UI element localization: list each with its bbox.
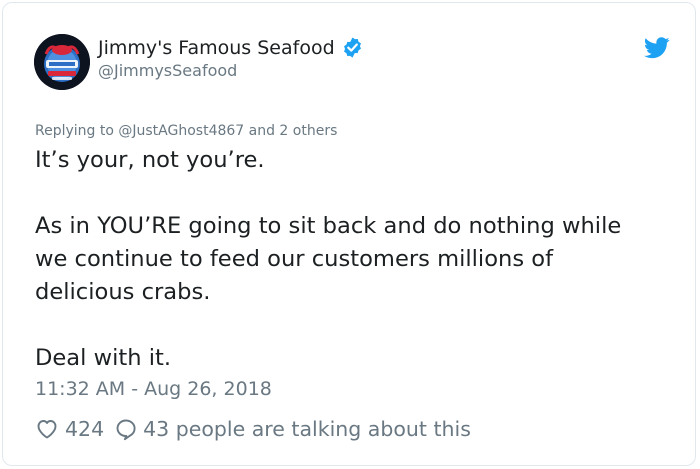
tweet-paragraph: Deal with it. <box>35 345 172 371</box>
twitter-bird-icon[interactable] <box>644 37 670 59</box>
tweet-paragraph: we continue to feed our customers millio… <box>35 246 554 272</box>
tweet-card: Jimmy's Famous Seafood @JimmysSeafood Re… <box>2 2 696 466</box>
author-handle[interactable]: @JimmysSeafood <box>98 61 237 80</box>
engagement-bar: 424 43 people are talking about this <box>35 414 471 444</box>
heart-icon[interactable] <box>35 417 59 441</box>
tweet-timestamp[interactable]: 11:32 AM - Aug 26, 2018 <box>35 378 272 400</box>
replying-to-line[interactable]: Replying to @JustAGhost4867 and 2 others <box>35 123 337 139</box>
tweet-text: It’s your, not you’re. As in YOU’RE goin… <box>35 144 675 375</box>
like-count[interactable]: 424 <box>65 417 104 441</box>
avatar[interactable] <box>34 34 90 90</box>
conversation-count-text[interactable]: 43 people are talking about this <box>143 417 471 441</box>
jimmys-logo-avatar <box>34 34 90 90</box>
tweet-paragraph: It’s your, not you’re. <box>35 147 265 173</box>
speech-bubble-icon[interactable] <box>114 417 138 441</box>
tweet-paragraph: delicious crabs. <box>35 279 211 305</box>
tweet-paragraph: As in YOU’RE going to sit back and do no… <box>35 213 622 239</box>
display-name[interactable]: Jimmy's Famous Seafood <box>98 37 335 59</box>
verified-badge-icon <box>343 37 361 58</box>
display-name-row[interactable]: Jimmy's Famous Seafood <box>98 36 364 59</box>
